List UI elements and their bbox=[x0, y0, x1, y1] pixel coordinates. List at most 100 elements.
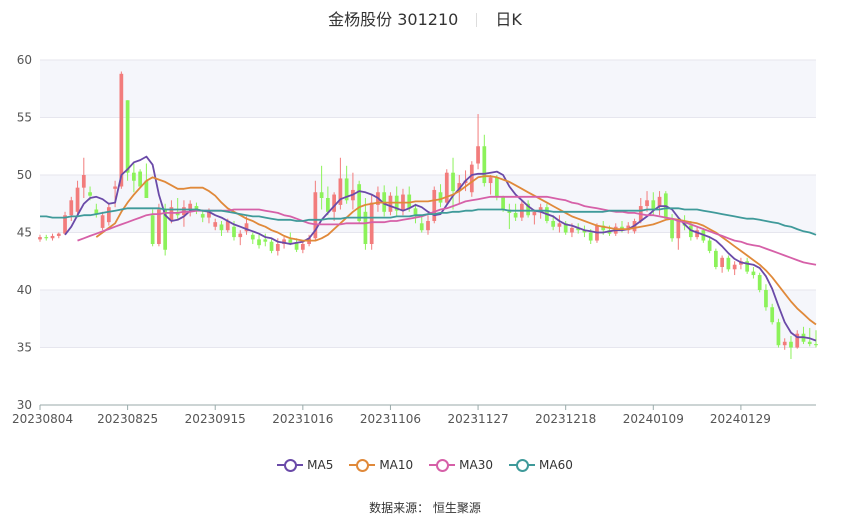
candle-body bbox=[707, 240, 712, 251]
candle-body bbox=[670, 219, 674, 239]
candle-body bbox=[476, 146, 480, 164]
candle-body bbox=[782, 341, 787, 346]
candle-body bbox=[88, 192, 92, 196]
candle-body bbox=[438, 192, 443, 203]
candle-body bbox=[814, 344, 818, 346]
candle-body bbox=[132, 172, 136, 181]
candle-body bbox=[469, 164, 474, 193]
candle-body bbox=[388, 195, 393, 212]
legend-label: MA10 bbox=[379, 458, 414, 472]
candle-body bbox=[513, 212, 518, 218]
candle-body bbox=[482, 146, 487, 184]
candle-body bbox=[657, 196, 662, 207]
y-tick-label: 60 bbox=[17, 53, 32, 67]
candle-body bbox=[357, 184, 362, 221]
candle-body bbox=[426, 221, 430, 231]
y-tick-label: 30 bbox=[17, 398, 32, 412]
y-tick-label: 45 bbox=[17, 226, 32, 240]
candle-body bbox=[720, 257, 724, 267]
legend-item-ma30[interactable]: MA30 bbox=[429, 458, 493, 472]
candle-body bbox=[363, 211, 368, 244]
candle-body bbox=[56, 233, 61, 236]
legend-ring bbox=[284, 459, 298, 472]
candle-body bbox=[119, 73, 124, 187]
x-tick-label: 20231218 bbox=[535, 412, 596, 426]
x-tick-label: 20231016 bbox=[272, 412, 333, 426]
candle-body bbox=[300, 244, 305, 250]
candle-body bbox=[764, 290, 768, 308]
legend-marker bbox=[277, 458, 304, 472]
legend-item-ma10[interactable]: MA10 bbox=[349, 458, 413, 472]
candle-body bbox=[551, 221, 556, 227]
x-tick-label: 20240129 bbox=[710, 412, 771, 426]
candle-body bbox=[751, 271, 756, 276]
candle-body bbox=[319, 192, 324, 198]
candle-body bbox=[714, 250, 718, 267]
candle-body bbox=[138, 171, 142, 187]
candle-body bbox=[432, 189, 437, 221]
y-axis: 30 35 40 45 50 55 60 bbox=[17, 53, 32, 412]
candle-body bbox=[232, 226, 236, 238]
candle-body bbox=[150, 215, 155, 244]
y-tick-label: 40 bbox=[17, 283, 32, 297]
legend-item-ma5[interactable]: MA5 bbox=[277, 458, 333, 472]
candle-body bbox=[451, 172, 455, 192]
candle-body bbox=[570, 227, 574, 233]
candle-body bbox=[44, 237, 49, 239]
x-tick-label: 20240109 bbox=[623, 412, 684, 426]
candle-body bbox=[488, 177, 493, 184]
candle-body bbox=[651, 200, 656, 210]
legend-marker bbox=[349, 458, 376, 472]
legend-ring bbox=[516, 459, 530, 472]
candle-body bbox=[557, 223, 562, 227]
candle-body bbox=[770, 307, 775, 323]
candle-body bbox=[419, 223, 424, 231]
candle-body bbox=[75, 187, 80, 212]
candle-body bbox=[200, 214, 205, 218]
candle-body bbox=[100, 215, 105, 228]
data-source: 数据来源： 恒生聚源 bbox=[369, 501, 481, 515]
legend-label: MA60 bbox=[539, 458, 573, 472]
candle-body bbox=[726, 257, 731, 270]
candle-body bbox=[257, 239, 261, 246]
legend-label: MA30 bbox=[459, 458, 494, 472]
candle-body bbox=[38, 237, 42, 240]
candle-body bbox=[125, 100, 130, 173]
y-tick-label: 35 bbox=[17, 341, 32, 355]
x-tick-label: 20230915 bbox=[185, 412, 246, 426]
candle-body bbox=[50, 235, 55, 239]
candle-body bbox=[213, 222, 218, 227]
y-tick-label: 50 bbox=[17, 168, 32, 182]
candle-body bbox=[789, 341, 793, 348]
candle-body bbox=[757, 275, 762, 290]
x-tick-label: 20230825 bbox=[97, 412, 158, 426]
candle-body bbox=[494, 177, 499, 197]
candle-body bbox=[326, 198, 330, 212]
candle-body bbox=[269, 241, 274, 251]
candle-body bbox=[776, 322, 781, 346]
legend-ring bbox=[356, 459, 370, 472]
candle-body bbox=[113, 186, 117, 189]
legend-ring bbox=[436, 459, 450, 472]
x-tick-label: 20231127 bbox=[448, 412, 509, 426]
y-tick-label: 55 bbox=[17, 111, 32, 125]
grid-band bbox=[40, 290, 816, 348]
legend-marker bbox=[509, 458, 536, 472]
chart-root: 金杨股份 301210 日K 30 35 40 45 50 55 60 20230804 202… bbox=[0, 0, 850, 517]
x-axis: 20230804 20230825 20230915 20231016 20231106… bbox=[12, 404, 816, 426]
candle-body bbox=[288, 239, 293, 243]
candle-body bbox=[69, 200, 74, 216]
x-tick-label: 20231106 bbox=[360, 412, 421, 426]
candle-body bbox=[106, 207, 111, 223]
candle-body bbox=[238, 233, 243, 238]
candle-body bbox=[676, 221, 681, 239]
candle-body bbox=[645, 200, 649, 207]
candlestick-chart: 30354045505560 20230804 20230825 20230915 2… bbox=[12, 53, 818, 426]
candle-body bbox=[275, 244, 280, 251]
candle-body bbox=[81, 175, 86, 188]
legend-item-ma60[interactable]: MA60 bbox=[509, 458, 573, 472]
candle-body bbox=[732, 264, 737, 270]
candle-body bbox=[332, 194, 336, 212]
grid-band bbox=[40, 60, 816, 118]
candle-body bbox=[807, 341, 812, 345]
